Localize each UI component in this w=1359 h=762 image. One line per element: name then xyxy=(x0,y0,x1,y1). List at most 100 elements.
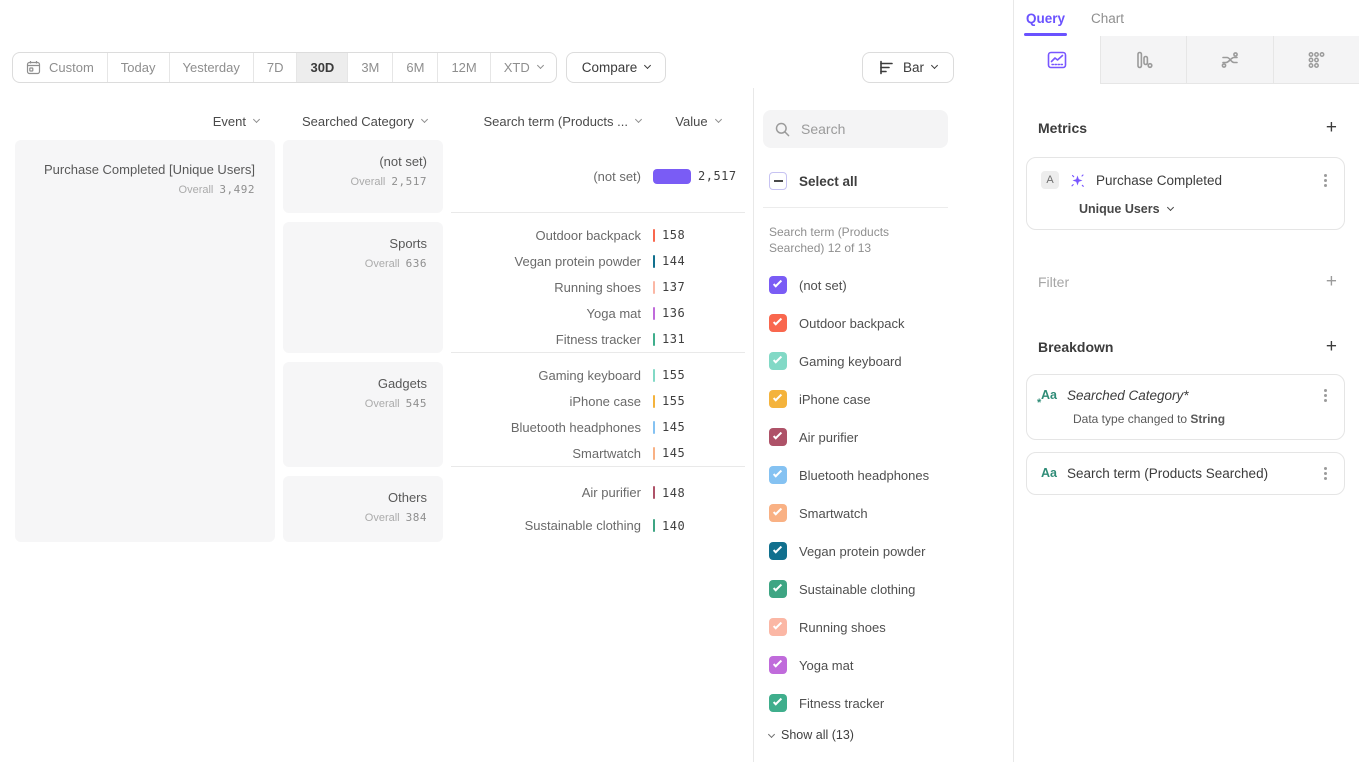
check-icon xyxy=(773,354,782,363)
term-rows: Gaming keyboard 155 iPhone case 155 Blue… xyxy=(451,362,745,467)
value-number: 131 xyxy=(662,332,685,346)
add-breakdown-icon[interactable]: + xyxy=(1326,337,1337,356)
table-row[interactable]: Running shoes 137 xyxy=(451,280,745,295)
category-cell[interactable]: Gadgets Overall545 xyxy=(283,362,443,467)
list-item[interactable]: Sustainable clothing xyxy=(769,570,1013,608)
metric-card[interactable]: A Purchase Completed Unique Users xyxy=(1026,157,1345,230)
checkbox[interactable] xyxy=(769,276,787,294)
table-row[interactable]: Outdoor backpack 158 xyxy=(451,228,745,243)
date-range-custom[interactable]: Custom xyxy=(13,53,108,82)
date-range-12m[interactable]: 12M xyxy=(438,53,490,82)
category-group: Others Overall384 Air purifier 148 Susta… xyxy=(283,476,745,542)
flows-icon xyxy=(1219,49,1241,71)
category-group: Gadgets Overall545 Gaming keyboard 155 i… xyxy=(283,362,745,467)
date-range-3m[interactable]: 3M xyxy=(348,53,393,82)
checkbox[interactable] xyxy=(769,694,787,712)
list-item[interactable]: Gaming keyboard xyxy=(769,342,1013,380)
search-box[interactable] xyxy=(763,110,948,148)
show-all-link[interactable]: Show all (13) xyxy=(769,728,1013,742)
tab-insights[interactable] xyxy=(1014,36,1100,84)
list-item[interactable]: Running shoes xyxy=(769,608,1013,646)
table-row[interactable]: Smartwatch 145 xyxy=(451,446,745,461)
tab-query[interactable]: Query xyxy=(1026,0,1065,36)
checkbox[interactable] xyxy=(769,580,787,598)
column-header-search-term[interactable]: Search term (Products ... xyxy=(451,114,641,129)
kebab-menu-icon[interactable] xyxy=(1324,394,1327,397)
term-label: Sustainable clothing xyxy=(451,518,641,533)
date-range-30d-selected[interactable]: 30D xyxy=(297,53,348,82)
table-row[interactable]: (not set) 2,517 xyxy=(451,169,745,184)
table-row[interactable]: Yoga mat 136 xyxy=(451,306,745,321)
search-input[interactable] xyxy=(799,120,929,138)
date-range-6m[interactable]: 6M xyxy=(393,53,438,82)
check-icon xyxy=(773,658,782,667)
tab-flows[interactable] xyxy=(1186,36,1273,84)
checkbox[interactable] xyxy=(769,466,787,484)
checkbox[interactable] xyxy=(769,504,787,522)
checkbox[interactable] xyxy=(769,314,787,332)
list-item[interactable]: Smartwatch xyxy=(769,494,1013,532)
table-row[interactable]: Sustainable clothing 140 xyxy=(451,518,745,533)
table-row[interactable]: Gaming keyboard 155 xyxy=(451,368,745,383)
data-type-value: String xyxy=(1190,412,1225,426)
tab-funnels[interactable] xyxy=(1100,36,1187,84)
overall-label: Overall xyxy=(179,184,214,196)
checkbox[interactable] xyxy=(769,656,787,674)
checkbox[interactable] xyxy=(769,390,787,408)
column-header-value[interactable]: Value xyxy=(641,114,745,129)
checkbox[interactable] xyxy=(769,428,787,446)
breakdown-card-search-term[interactable]: Aa Search term (Products Searched) xyxy=(1026,452,1345,495)
select-all-checkbox[interactable] xyxy=(769,172,787,190)
column-header-event[interactable]: Event xyxy=(15,114,275,129)
table-row[interactable]: Fitness tracker 131 xyxy=(451,332,745,347)
table-row[interactable]: Bluetooth headphones 145 xyxy=(451,420,745,435)
list-item[interactable]: Air purifier xyxy=(769,418,1013,456)
tab-retention[interactable] xyxy=(1273,36,1359,84)
chart-type-select[interactable]: Bar xyxy=(862,52,954,83)
list-item[interactable]: Outdoor backpack xyxy=(769,304,1013,342)
add-filter-icon[interactable]: + xyxy=(1326,272,1337,291)
term-label: iPhone case xyxy=(451,394,641,409)
event-cell[interactable]: Purchase Completed [Unique Users] Overal… xyxy=(15,140,275,542)
compare-button[interactable]: Compare xyxy=(566,52,667,83)
event-name: Purchase Completed [Unique Users] xyxy=(15,162,255,177)
select-all-row[interactable]: Select all xyxy=(769,172,1013,190)
list-item[interactable]: Yoga mat xyxy=(769,646,1013,684)
checkbox[interactable] xyxy=(769,542,787,560)
list-item[interactable]: Vegan protein powder xyxy=(769,532,1013,570)
list-item[interactable]: Fitness tracker xyxy=(769,684,1013,722)
breakdown-card-searched-category[interactable]: Aa* Searched Category* Data type changed… xyxy=(1026,374,1345,440)
value-number: 145 xyxy=(662,446,685,460)
category-cell[interactable]: Others Overall384 xyxy=(283,476,443,542)
kebab-menu-icon[interactable] xyxy=(1324,179,1327,182)
date-range-yesterday[interactable]: Yesterday xyxy=(170,53,254,82)
term-label: Gaming keyboard xyxy=(451,368,641,383)
list-item[interactable]: (not set) xyxy=(769,266,1013,304)
overall-label: Overall xyxy=(365,398,400,410)
category-cell[interactable]: Sports Overall636 xyxy=(283,222,443,353)
tab-chart[interactable]: Chart xyxy=(1091,0,1124,36)
dots-grid-icon xyxy=(1305,49,1327,71)
measure-select[interactable]: Unique Users xyxy=(1079,202,1330,216)
category-cell[interactable]: (not set) Overall2,517 xyxy=(283,140,443,213)
column-header-category[interactable]: Searched Category xyxy=(283,114,443,129)
chevron-down-icon xyxy=(715,116,722,123)
category-name: Others xyxy=(283,490,427,505)
table-row[interactable]: Vegan protein powder 144 xyxy=(451,254,745,269)
list-item[interactable]: iPhone case xyxy=(769,380,1013,418)
value-number: 137 xyxy=(662,280,685,294)
event-sparkle-icon xyxy=(1069,172,1086,189)
list-item[interactable]: Bluetooth headphones xyxy=(769,456,1013,494)
table-row[interactable]: iPhone case 155 xyxy=(451,394,745,409)
checkbox[interactable] xyxy=(769,618,787,636)
checkbox[interactable] xyxy=(769,352,787,370)
date-range-xtd[interactable]: XTD xyxy=(491,53,556,82)
kebab-menu-icon[interactable] xyxy=(1324,472,1327,475)
category-group: Sports Overall636 Outdoor backpack 158 V… xyxy=(283,222,745,353)
value-bar xyxy=(653,281,655,294)
date-range-today[interactable]: Today xyxy=(108,53,170,82)
add-metric-icon[interactable]: + xyxy=(1326,118,1337,137)
date-range-7d[interactable]: 7D xyxy=(254,53,298,82)
select-all-label: Select all xyxy=(799,174,858,189)
table-row[interactable]: Air purifier 148 xyxy=(451,485,745,500)
